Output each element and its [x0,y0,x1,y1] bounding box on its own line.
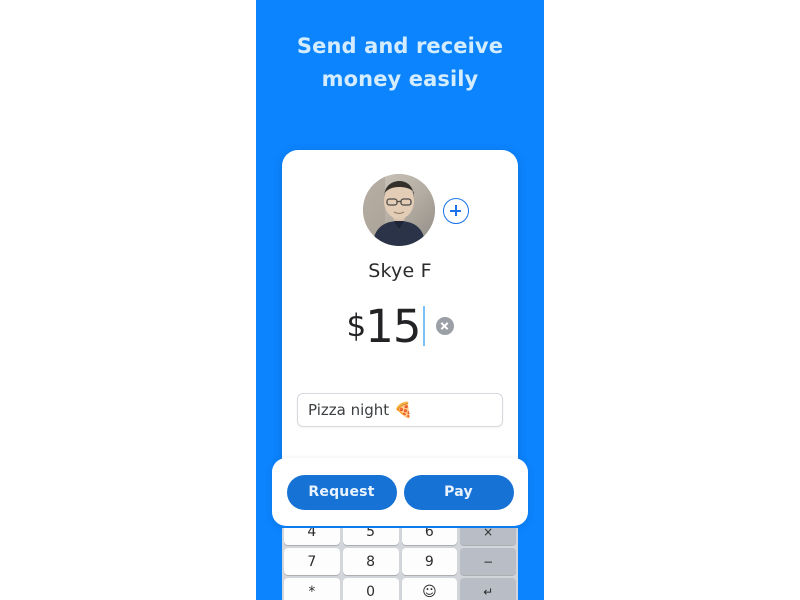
amount-value[interactable]: $15 [346,304,422,349]
key-enter[interactable]: ↵ [460,578,516,600]
key-emoji[interactable]: ☺ [401,578,458,600]
screenshot-stage: Send and receive money easily Skye F $15… [0,0,800,600]
request-button[interactable]: Request [286,474,397,510]
note-input[interactable]: Pizza night 🍕 [297,393,503,427]
key-9[interactable]: 9 [401,548,458,575]
note-input-value: Pizza night 🍕 [308,401,413,419]
promo-panel: Send and receive money easily Skye F $15… [256,0,544,600]
keypad-row: 4 5 6 × [282,528,518,548]
page-title: Send and receive money easily [256,30,544,95]
key-5[interactable]: 5 [342,528,399,545]
key-minus[interactable]: − [460,548,516,575]
key-8[interactable]: 8 [342,548,399,575]
close-circle-icon[interactable] [435,317,454,335]
amount-input-row[interactable]: $15 [282,298,518,354]
numeric-keypad[interactable]: 4 5 6 × 7 8 9 − * 0 ☺ ↵ [282,528,518,600]
key-0[interactable]: 0 [342,578,399,600]
recipient-header [282,174,518,248]
key-backspace[interactable]: × [460,528,516,545]
add-person-icon[interactable] [443,198,469,224]
action-bar: Request Pay [272,458,528,526]
pay-button[interactable]: Pay [403,474,514,510]
text-caret [422,306,425,346]
key-asterisk[interactable]: * [284,578,340,600]
recipient-name: Skye F [368,260,432,282]
keypad-row: 7 8 9 − [282,548,518,578]
key-7[interactable]: 7 [284,548,340,575]
headline-line-1: Send and receive [296,34,504,58]
key-6[interactable]: 6 [401,528,458,545]
key-4[interactable]: 4 [284,528,340,545]
avatar [363,174,435,246]
headline-line-2: money easily [321,66,479,91]
keypad-row: * 0 ☺ ↵ [282,578,518,600]
currency-symbol: $ [346,307,367,344]
amount-number: 15 [365,299,421,353]
payment-card: Skye F $15 Pizza night 🍕 [282,150,518,490]
